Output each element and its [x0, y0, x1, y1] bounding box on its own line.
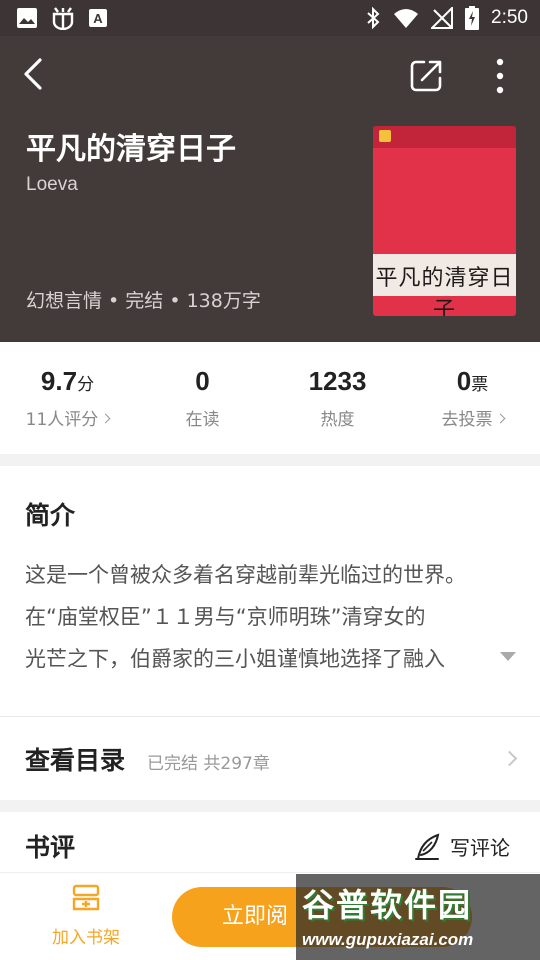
status-bar: A 2:50 [0, 0, 540, 36]
intro-section: 简介 这是一个曾被众多着名穿越前辈光临过的世界。 在“庙堂权臣”１１男与“京师明… [0, 466, 540, 716]
font-icon: A [89, 9, 107, 27]
watermark-logo: 谷普软件园 [302, 886, 473, 924]
votes-unit: 票 [471, 375, 489, 394]
bluetooth-icon [367, 6, 380, 30]
book-header: 平凡的清穿日子 Loeva 幻想言情 • 完结 • 138万字 平凡的清穿日子 [0, 36, 540, 342]
feather-pen-icon [415, 833, 440, 860]
stat-reading: 0 在读 [135, 342, 270, 454]
cover-title: 平凡的清穿日子 [375, 266, 514, 316]
stat-value: 1233 [270, 366, 405, 397]
stat-value: 0 [135, 366, 270, 397]
stat-value: 0票 [405, 366, 540, 397]
reviews-title: 书评 [25, 833, 76, 862]
write-review-label: 写评论 [450, 836, 510, 860]
back-icon[interactable] [18, 56, 50, 92]
stat-label: 在读 [185, 410, 220, 430]
vote-label: 去投票 [441, 410, 493, 430]
book-cover: 平凡的清穿日子 [373, 126, 516, 316]
reading-value: 0 [195, 366, 210, 396]
stat-label: 去投票 [405, 405, 540, 430]
cover-logo-icon [379, 130, 391, 142]
catalog-row[interactable]: 查看目录 已完结 共297章 [0, 716, 540, 800]
intro-line: 在“庙堂权臣”１１男与“京师明珠”清穿女的 [25, 605, 426, 629]
stat-heat: 1233 热度 [270, 342, 405, 454]
write-review-button[interactable]: 写评论 [414, 832, 510, 861]
book-meta: 幻想言情 • 完结 • 138万字 [26, 290, 261, 312]
wifi-icon [394, 9, 419, 28]
battery-charging-icon [465, 6, 480, 30]
heat-value: 1233 [308, 366, 367, 396]
share-icon[interactable] [408, 58, 444, 94]
chevron-right-icon [495, 413, 505, 423]
catalog-title: 查看目录 [25, 746, 126, 775]
no-signal-icon [431, 7, 454, 29]
watermark-url: www.gupuxiazai.com [302, 930, 474, 949]
catalog-status: 已完结 共297章 [147, 754, 270, 774]
status-time: 2:50 [491, 7, 528, 28]
stat-value: 9.7分 [0, 366, 135, 397]
book-title: 平凡的清穿日子 [26, 132, 236, 167]
bookshelf-add-icon [72, 884, 100, 911]
reviews-section: 书评 写评论 [0, 812, 540, 872]
intro-line: 光芒之下，伯爵家的三小姐谨慎地选择了融入 [25, 647, 445, 671]
rating-unit: 分 [77, 375, 95, 394]
stat-label: 11人评分 [0, 405, 135, 430]
bug-icon [52, 7, 74, 30]
stat-rating[interactable]: 9.7分 11人评分 [0, 342, 135, 454]
image-icon [17, 8, 37, 28]
watermark-overlay: 谷普软件园 www.gupuxiazai.com [296, 874, 540, 960]
rating-value: 9.7 [40, 366, 78, 396]
votes-value: 0 [456, 366, 472, 396]
intro-text[interactable]: 这是一个曾被众多着名穿越前辈光临过的世界。 在“庙堂权臣”１１男与“京师明珠”清… [25, 554, 505, 680]
chevron-right-icon [100, 413, 111, 423]
cover-top-strip [373, 126, 516, 148]
more-vertical-icon[interactable] [486, 56, 514, 96]
intro-heading: 简介 [25, 501, 76, 530]
chevron-right-icon [501, 750, 518, 767]
expand-triangle-icon[interactable] [500, 652, 516, 661]
rating-count-label: 11人评分 [25, 410, 99, 430]
add-to-shelf-label: 加入书架 [52, 928, 120, 948]
svg-text:A: A [93, 11, 103, 26]
stat-votes[interactable]: 0票 去投票 [405, 342, 540, 454]
book-author[interactable]: Loeva [26, 174, 78, 196]
stats-row: 9.7分 11人评分 0 在读 1233 热度 0票 去投票 [0, 342, 540, 454]
intro-line: 这是一个曾被众多着名穿越前辈光临过的世界。 [25, 563, 466, 587]
add-to-shelf-button[interactable]: 加入书架 [40, 883, 132, 953]
stat-label: 热度 [320, 410, 355, 430]
